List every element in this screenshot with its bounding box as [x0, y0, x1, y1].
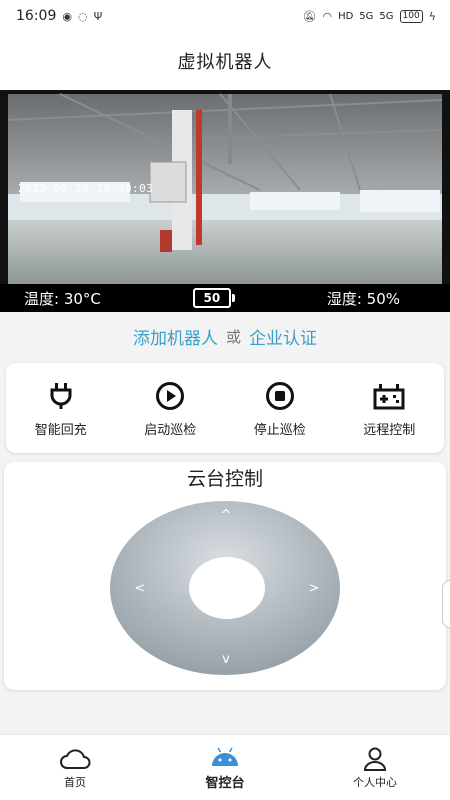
stop-patrol-button[interactable]: 停止巡检	[230, 379, 330, 438]
status-left: 16:09 ◉ ◌ Ψ	[16, 8, 102, 24]
signal-label: 5G	[359, 10, 374, 22]
ptz-down-arrow[interactable]: v	[216, 650, 236, 670]
ptz-direction-pad[interactable]: ^ v < >	[109, 500, 341, 676]
action-label: 启动巡检	[144, 422, 197, 438]
or-text: 或	[225, 327, 241, 346]
plug-icon	[44, 379, 78, 413]
start-patrol-button[interactable]: 启动巡检	[120, 379, 220, 438]
person-icon	[362, 746, 388, 772]
robot-battery: 50	[192, 288, 235, 308]
nav-profile[interactable]: 个人中心	[315, 746, 435, 790]
smart-recharge-button[interactable]: 智能回充	[11, 379, 111, 438]
camera-timestamp: 2025-06-23 10:30:03	[18, 182, 154, 195]
battery-indicator: 100	[399, 9, 423, 23]
action-label: 智能回充	[34, 422, 87, 438]
temperature-reading: 温度: 30°C	[24, 289, 101, 308]
camera-feed: 2025-06-23 10:30:03	[0, 90, 450, 312]
humidity-reading: 湿度: 50%	[326, 289, 400, 308]
side-drawer-handle[interactable]	[442, 580, 450, 628]
ptz-up-arrow[interactable]: ^	[216, 506, 236, 526]
nav-control-center[interactable]: 智控台	[165, 744, 285, 791]
usb-icon: Ψ	[93, 9, 103, 23]
cloud-icon	[59, 746, 91, 772]
nav-label: 首页	[64, 775, 86, 789]
ptz-control-card: 云台控制 ^ v < >	[4, 462, 446, 690]
remote-control-button[interactable]: 远程控制	[339, 379, 439, 438]
network-label: HD	[338, 10, 354, 22]
android-icon	[209, 744, 241, 770]
battery-tip	[231, 294, 235, 302]
camera-status-bar: 温度: 30°C 50 湿度: 50%	[0, 284, 450, 312]
ptz-center-button[interactable]	[189, 557, 265, 619]
status-time: 16:09	[16, 8, 57, 24]
links-row: 添加机器人 或 企业认证	[0, 318, 450, 354]
wifi-icon: ◠	[322, 9, 333, 23]
stop-circle-icon	[263, 379, 297, 413]
add-robot-link[interactable]: 添加机器人	[133, 324, 218, 349]
status-bar: 16:09 ◉ ◌ Ψ 🔕︎ ◠ HD 5G 5G 100 ϟ	[0, 0, 450, 32]
enterprise-cert-link[interactable]: 企业认证	[249, 324, 317, 349]
mute-icon: 🔕︎	[302, 9, 317, 23]
action-label: 远程控制	[363, 422, 416, 438]
ptz-title: 云台控制	[186, 468, 263, 490]
nav-label: 智控台	[205, 776, 245, 791]
camera-image	[0, 90, 450, 312]
robot-battery-level: 50	[192, 288, 231, 308]
action-label: 停止巡检	[253, 422, 306, 438]
message-icon: ◌	[77, 9, 88, 23]
ptz-left-arrow[interactable]: <	[130, 579, 150, 599]
actions-card: 智能回充 启动巡检 停止巡检 远程控制	[6, 363, 444, 453]
app-header: 虚拟机器人	[0, 32, 450, 90]
page-title: 虚拟机器人	[177, 52, 273, 73]
bottom-nav: 首页 智控台 个人中心	[0, 734, 450, 800]
status-right: 🔕︎ ◠ HD 5G 5G 100 ϟ	[302, 9, 436, 23]
ptz-right-arrow[interactable]: >	[304, 579, 324, 599]
signal-label-2: 5G	[379, 10, 394, 22]
nav-label: 个人中心	[353, 775, 397, 789]
gamepad-icon	[372, 379, 406, 413]
play-circle-icon	[153, 379, 187, 413]
app-notification-icon: ◉	[62, 9, 72, 23]
nav-home[interactable]: 首页	[15, 746, 135, 790]
charging-icon: ϟ	[428, 9, 436, 23]
